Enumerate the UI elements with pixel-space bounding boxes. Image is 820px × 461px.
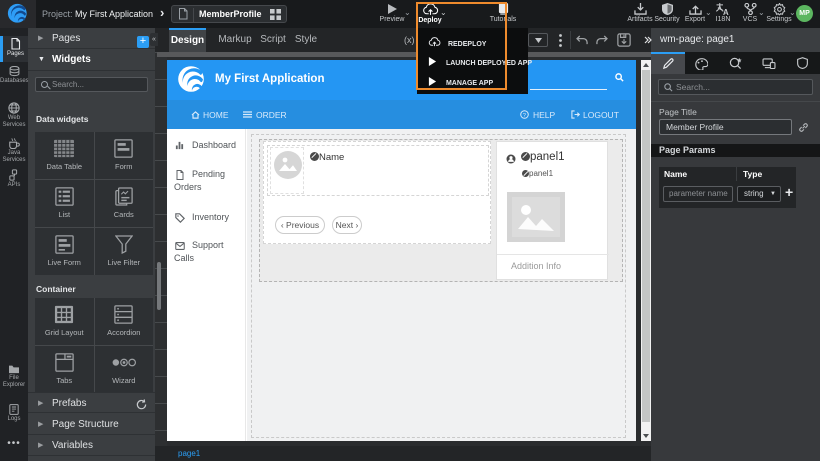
svg-text:A: A xyxy=(723,8,729,15)
